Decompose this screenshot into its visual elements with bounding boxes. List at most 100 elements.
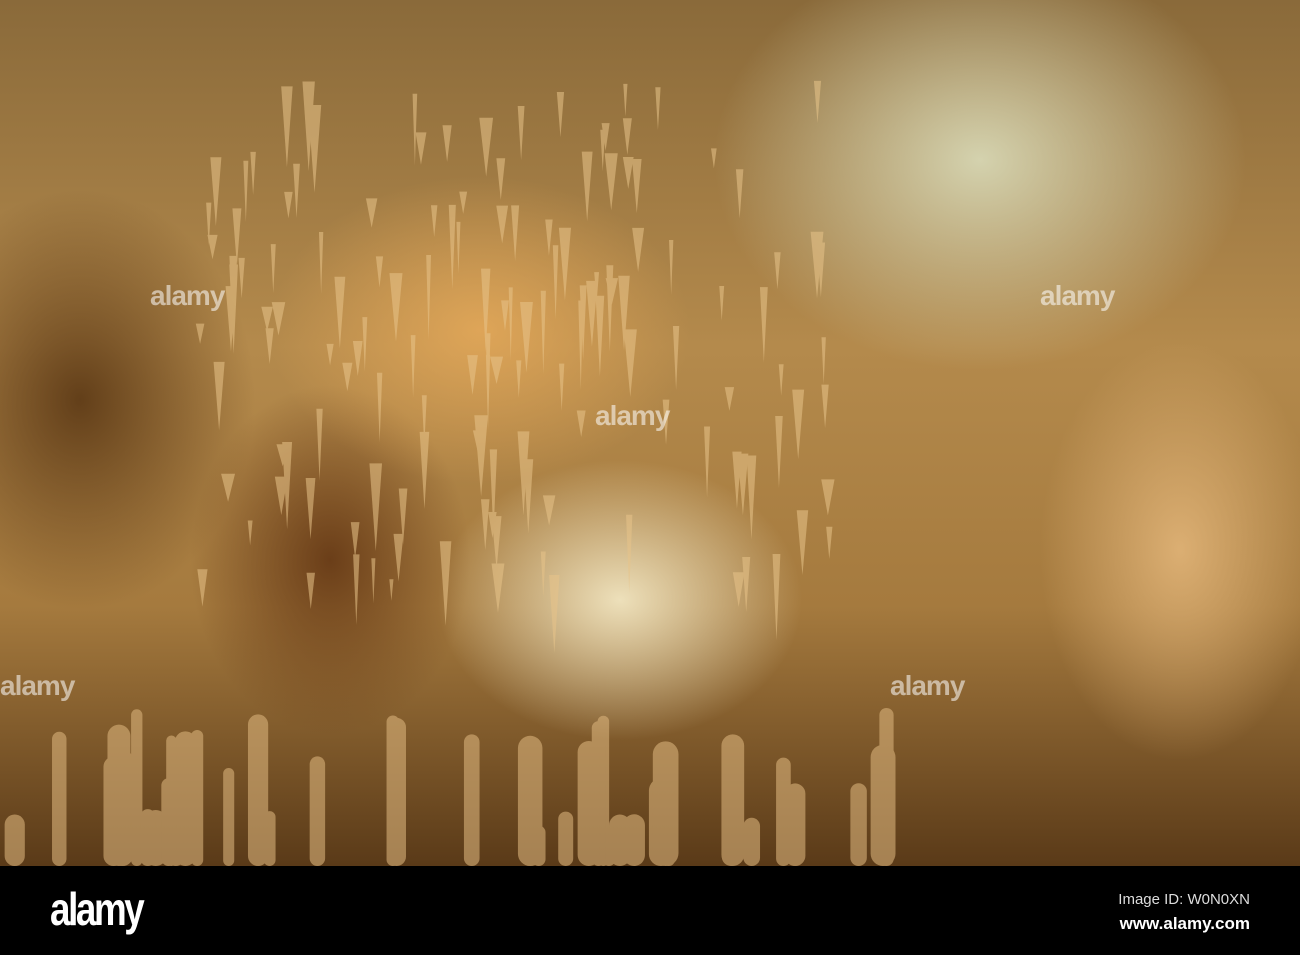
stalactite [508,287,513,361]
stalactite [365,198,378,228]
stalactite [426,255,432,340]
stalactite [746,455,757,540]
stalactite [369,463,383,552]
stalactite [742,556,751,613]
stalactite [622,157,634,189]
stalactite [430,205,438,237]
stalactite [632,227,645,272]
stalactite [501,300,509,331]
stalactite [213,361,225,431]
stalagmite [52,731,67,866]
stalactite [459,191,468,214]
stalactite [704,426,711,498]
stalactite [540,551,546,597]
stalagmite [103,756,124,866]
stalactite [479,117,494,177]
stalactite [778,364,784,396]
stalagmite [743,817,761,866]
stalagmite [247,714,269,866]
stalactite [353,554,360,625]
watermark: alamy [1040,280,1115,311]
stalagmite [776,757,791,866]
stalactite [623,329,637,397]
stalactite [604,153,618,211]
stalactite [523,459,534,534]
footer-bar: alamy Image ID: W0N0XN www.alamy.com [0,866,1300,955]
cave-photo: alamy alamy alamy alamy alamy [0,0,1300,866]
stalactite [552,245,559,320]
stalactite [334,276,346,349]
stalactite [759,287,768,363]
stalactite [581,151,593,222]
stalactite [631,158,642,214]
stalactite [410,335,416,398]
stalactite [247,520,253,546]
stalactite [711,148,717,169]
stalactite [210,157,222,227]
stalactite [775,415,783,488]
stalactite [456,221,461,274]
stalactite [595,295,605,377]
stalactite [796,510,809,576]
stalactite [622,118,632,155]
stalactite [316,408,323,481]
stalactite [517,106,525,161]
stalactite [448,204,456,290]
stalactite [439,541,452,626]
stalactite [558,227,571,301]
stalactite [376,372,383,443]
stalactite [243,160,249,223]
stalactite [724,387,735,411]
stalactite [556,92,565,138]
stalactite [270,244,276,293]
stalactite [306,572,315,610]
stalagmite [623,814,645,866]
stalactite [600,129,606,172]
stalactite [732,572,745,607]
site-url: www.alamy.com [1119,914,1250,933]
stalactite [821,337,826,385]
stalactite [419,431,430,509]
stalactite [735,169,744,219]
stalactite [352,340,363,377]
stalactite [813,80,822,123]
watermark: alamy [595,400,670,431]
stalactite [542,495,556,526]
stalactite-formations [4,80,896,866]
stalagmite [386,715,400,866]
stalactite [774,252,781,290]
stalactite [480,499,490,550]
stalactite [821,479,835,516]
stalactite [389,579,394,601]
stalactite [792,389,805,460]
stalactite [655,87,661,131]
stalactite [342,362,353,392]
stalactite [326,343,334,366]
stalactite [412,93,418,166]
stalagmite [191,730,204,866]
stalactite [672,326,680,391]
stalactite [474,415,488,497]
stalagmite [662,743,675,866]
stalactite [197,569,208,607]
stalactite [318,232,324,295]
stalactite [490,356,504,385]
stalactite [265,328,274,364]
watermark: alamy [150,280,225,311]
stalagmite [577,740,600,866]
stalactite [350,522,360,559]
stalagmite [463,734,480,866]
stalactite [496,158,506,200]
stalactite [362,317,368,372]
stalactite [669,239,674,295]
stalactite [221,473,236,502]
stalactite [442,125,452,162]
stalactite [545,219,553,256]
watermark: alamy [890,670,965,701]
stalactite [371,558,376,604]
stalactite [511,205,520,262]
stalactite [261,306,273,332]
stalactite [284,191,293,219]
stalagmite [166,735,177,866]
stalactite [250,151,256,195]
